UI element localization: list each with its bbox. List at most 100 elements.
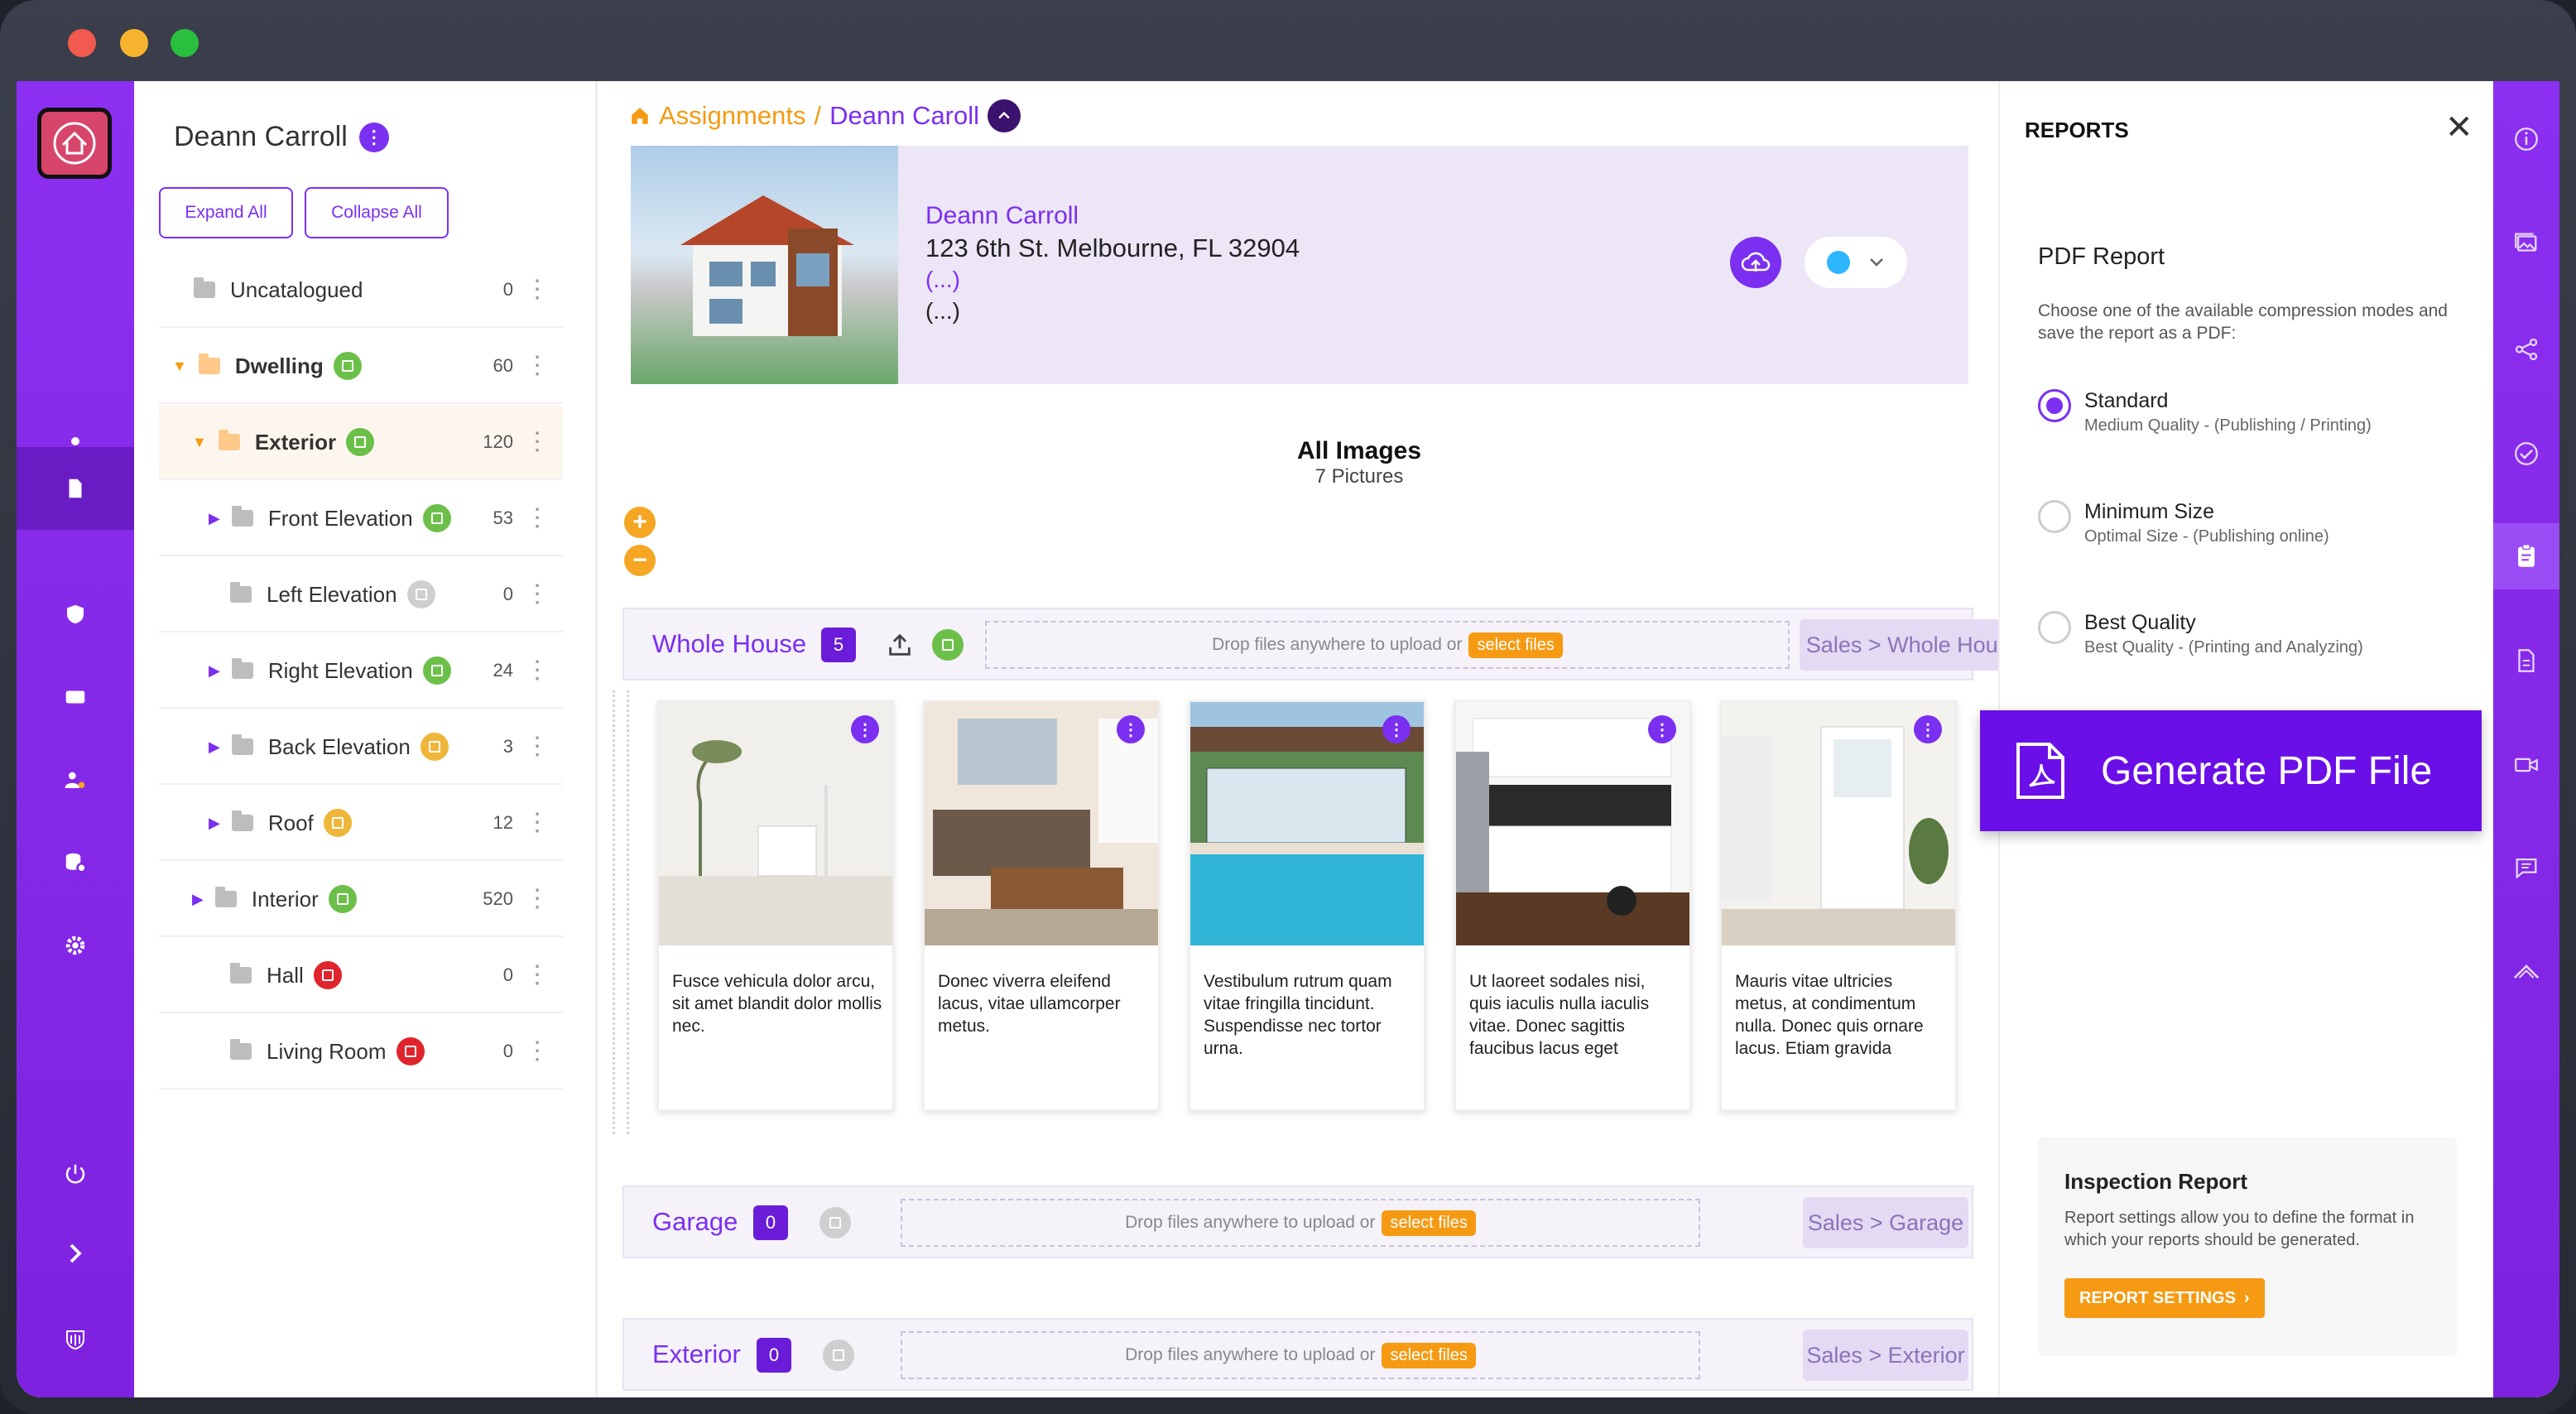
tree-item-menu-icon[interactable]: ⋮ [525, 887, 550, 911]
tree-item-menu-icon[interactable]: ⋮ [525, 506, 550, 531]
user-menu-button[interactable]: ⋮ [358, 122, 389, 152]
expand-all-button[interactable]: Expand All [159, 187, 293, 238]
nav-security[interactable] [17, 573, 134, 656]
radio-best-quality[interactable] [2038, 611, 2071, 644]
file-tool[interactable] [2493, 628, 2559, 694]
nav-database[interactable] [17, 821, 134, 904]
collapse-all-button[interactable]: Collapse All [305, 187, 449, 238]
triangle-down-icon[interactable]: ▼ [192, 434, 207, 451]
drop-zone[interactable]: Drop files anywhere to upload or select f… [901, 1331, 1700, 1379]
tree-item-menu-icon[interactable]: ⋮ [525, 963, 550, 988]
tree-item-front-elevation[interactable]: ▶ Front Elevation 53 ⋮ [159, 482, 563, 556]
card-menu-button[interactable]: ⋮ [1914, 715, 1942, 743]
nav-team[interactable] [17, 738, 134, 821]
section-garage[interactable]: Garage 0 Drop files anywhere to upload o… [622, 1186, 1973, 1258]
photo-card-5[interactable]: ⋮ Mauris vitae ultricies metus, at condi… [1720, 700, 1957, 1111]
upload-icon[interactable] [886, 631, 914, 659]
photo-card-3[interactable]: ⋮ Vestibulum rutrum quam vitae fringilla… [1189, 700, 1425, 1111]
close-window-button[interactable] [68, 29, 96, 57]
close-reports-button[interactable]: ✕ [2445, 111, 2473, 144]
zoom-out-button[interactable]: − [624, 545, 656, 576]
reports-tool[interactable] [2493, 523, 2559, 589]
roof-tool[interactable] [2493, 939, 2559, 1005]
tree-item-menu-icon[interactable]: ⋮ [525, 810, 550, 835]
report-settings-button[interactable]: REPORT SETTINGS › [2064, 1278, 2265, 1318]
select-files-button[interactable]: select files [1382, 1342, 1476, 1368]
section-tag[interactable]: Sales > Exterior [1803, 1330, 1968, 1381]
tree-item-menu-icon[interactable]: ⋮ [525, 734, 550, 759]
breadcrumb-assignments-link[interactable]: Assignments [659, 101, 805, 131]
cloud-upload-button[interactable] [1730, 237, 1781, 288]
tree-item-interior[interactable]: ▶ Interior 520 ⋮ [159, 863, 563, 937]
option-standard[interactable]: Standard Medium Quality - (Publishing / P… [2038, 389, 2372, 435]
option-best-quality[interactable]: Best Quality Best Quality - (Printing and… [2038, 611, 2363, 657]
section-title[interactable]: Whole House [652, 629, 806, 659]
triangle-right-icon[interactable]: ▶ [209, 815, 220, 832]
triangle-right-icon[interactable]: ▶ [192, 891, 204, 908]
tree-item-hall[interactable]: Hall 0 ⋮ [159, 939, 563, 1013]
option-minimum-size[interactable]: Minimum Size Optimal Size - (Publishing o… [2038, 500, 2329, 546]
minimize-window-button[interactable] [120, 29, 148, 57]
tree-item-menu-icon[interactable]: ⋮ [525, 1039, 550, 1064]
generate-pdf-button[interactable]: Generate PDF File [1980, 710, 2482, 831]
nav-settings[interactable] [17, 904, 134, 987]
triangle-right-icon[interactable]: ▶ [209, 738, 220, 756]
tree-item-menu-icon[interactable]: ⋮ [525, 430, 550, 454]
select-files-button[interactable]: select files [1382, 1210, 1476, 1236]
section-tag[interactable]: Sales > Whole House [1800, 619, 2028, 671]
tree-item-left-elevation[interactable]: Left Elevation 0 ⋮ [159, 558, 563, 632]
card-menu-button[interactable]: ⋮ [1117, 715, 1145, 743]
drop-zone[interactable]: Drop files anywhere to upload or select f… [901, 1199, 1700, 1247]
client-name[interactable]: Deann Carroll [925, 202, 1079, 230]
card-menu-button[interactable]: ⋮ [851, 715, 879, 743]
video-tool[interactable] [2493, 732, 2559, 798]
tree-item-dwelling[interactable]: ▼ Dwelling 60 ⋮ [159, 329, 563, 404]
tree-item-back-elevation[interactable]: ▶ Back Elevation 3 ⋮ [159, 710, 563, 785]
share-tool[interactable] [2493, 316, 2559, 382]
tree-item-exterior[interactable]: ▼ Exterior 120 ⋮ [159, 406, 563, 480]
comment-grey-icon[interactable] [823, 1339, 854, 1371]
collapse-header-button[interactable] [988, 99, 1021, 132]
tree-item-right-elevation[interactable]: ▶ Right Elevation 24 ⋮ [159, 634, 563, 709]
info-tool[interactable] [2493, 106, 2559, 172]
tree-item-menu-icon[interactable]: ⋮ [525, 354, 550, 378]
nav-documents[interactable] [17, 447, 134, 530]
select-files-button[interactable]: select files [1468, 632, 1563, 658]
section-exterior[interactable]: Exterior 0 Drop files anywhere to upload… [622, 1318, 1973, 1391]
nav-billing[interactable] [17, 656, 134, 738]
drop-zone[interactable]: Drop files anywhere to upload or select f… [985, 621, 1790, 669]
approve-tool[interactable] [2493, 421, 2559, 487]
card-menu-button[interactable]: ⋮ [1648, 715, 1676, 743]
tree-item-menu-icon[interactable]: ⋮ [525, 582, 550, 607]
zoom-in-button[interactable]: + [624, 507, 656, 538]
tree-item-uncatalogued[interactable]: Uncatalogued 0 ⋮ [159, 253, 563, 328]
status-dropdown[interactable] [1805, 237, 1907, 288]
radio-standard[interactable] [2038, 389, 2071, 422]
gallery-tool[interactable] [2493, 210, 2559, 277]
comment-green-icon[interactable] [932, 629, 964, 661]
tree-item-living-room[interactable]: Living Room 0 ⋮ [159, 1015, 563, 1089]
triangle-right-icon[interactable]: ▶ [209, 510, 220, 527]
home-icon[interactable] [629, 105, 651, 127]
section-tag[interactable]: Sales > Garage [1803, 1197, 1968, 1248]
triangle-down-icon[interactable]: ▼ [172, 358, 187, 375]
card-menu-button[interactable]: ⋮ [1382, 715, 1411, 743]
section-whole-house[interactable]: Whole House 5 Drop files anywhere to upl… [622, 608, 2028, 681]
drag-handle[interactable] [613, 690, 629, 1134]
nav-logout[interactable] [17, 1133, 134, 1215]
photo-card-2[interactable]: ⋮ Donec viverra eleifend lacus, vitae ul… [923, 700, 1160, 1111]
comment-grey-icon[interactable] [819, 1207, 851, 1238]
section-title[interactable]: Garage [652, 1207, 738, 1237]
tree-item-menu-icon[interactable]: ⋮ [525, 658, 550, 683]
maximize-window-button[interactable] [171, 29, 199, 57]
more-info-link[interactable]: (...) [925, 267, 960, 293]
photo-card-1[interactable]: ⋮ Fusce vehicula dolor arcu, sit amet bl… [657, 700, 894, 1111]
chat-tool[interactable] [2493, 834, 2559, 901]
nav-expand[interactable] [17, 1212, 134, 1295]
tree-item-roof[interactable]: ▶ Roof 12 ⋮ [159, 786, 563, 861]
photo-card-4[interactable]: ⋮ Ut laoreet sodales nisi, quis iaculis … [1454, 700, 1691, 1111]
app-logo[interactable] [37, 108, 112, 179]
triangle-right-icon[interactable]: ▶ [209, 662, 220, 680]
tree-item-menu-icon[interactable]: ⋮ [525, 277, 550, 302]
radio-minimum-size[interactable] [2038, 500, 2071, 533]
